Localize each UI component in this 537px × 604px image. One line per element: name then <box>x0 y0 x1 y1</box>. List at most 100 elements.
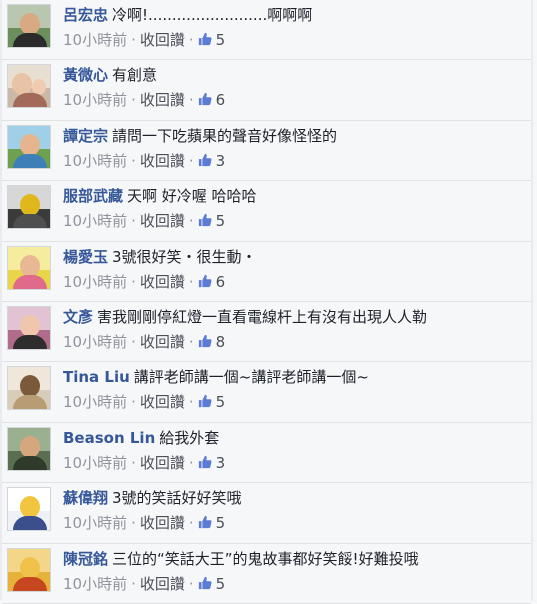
unlike-button[interactable]: 收回讚 <box>140 514 185 532</box>
comment-timestamp[interactable]: 10小時前 <box>63 152 127 170</box>
comment-body: 蘇偉翔 3號的笑話好好笑哦 <box>63 488 525 508</box>
comment-meta: 10小時前 · 收回讚 · 8 <box>63 332 225 352</box>
avatar[interactable] <box>7 4 51 48</box>
like-count[interactable]: 5 <box>198 575 225 593</box>
comment-body: 呂宏忠 冷啊!.........................啊啊啊 <box>63 5 525 25</box>
thumbs-up-icon <box>198 214 212 227</box>
like-count-number: 3 <box>215 453 226 472</box>
thumbs-up-icon <box>198 274 212 287</box>
comment-timestamp[interactable]: 10小時前 <box>63 91 127 109</box>
comment-text: 天啊 好冷喔 哈哈哈 <box>127 187 257 206</box>
unlike-button[interactable]: 收回讚 <box>140 91 185 109</box>
avatar[interactable] <box>7 487 51 532</box>
comment-author-link[interactable]: 文彥 <box>63 308 93 326</box>
comment-item: 蘇偉翔 3號的笑話好好笑哦 10小時前 · 收回讚 · 5 <box>2 483 531 544</box>
avatar[interactable] <box>7 547 51 592</box>
comment-item: Tina Liu 講評老師講一個~講評老師講一個~ 10小時前 · 收回讚 · 5 <box>2 362 531 423</box>
comment-item: 文彥 害我剛剛停紅燈一直看電線杆上有沒有出現人人勒 10小時前 · 收回讚 · 8 <box>2 302 531 363</box>
comment-timestamp[interactable]: 10小時前 <box>63 575 127 593</box>
avatar[interactable] <box>7 124 51 169</box>
avatar[interactable] <box>7 366 51 411</box>
thumbs-up-icon <box>198 516 212 529</box>
separator-dot: · <box>188 332 194 351</box>
separator-dot: · <box>188 31 194 49</box>
separator-dot: · <box>131 91 136 110</box>
unlike-button[interactable]: 收回讚 <box>140 212 185 230</box>
like-count[interactable]: 5 <box>198 212 226 231</box>
separator-dot: · <box>131 31 136 49</box>
unlike-button[interactable]: 收回讚 <box>140 152 185 170</box>
separator-dot: · <box>188 393 194 412</box>
avatar[interactable] <box>7 64 51 109</box>
comment-timestamp[interactable]: 10小時前 <box>63 31 127 49</box>
comment-body: 服部武藏 天啊 好冷喔 哈哈哈 <box>63 186 525 206</box>
comment-timestamp[interactable]: 10小時前 <box>63 514 127 532</box>
comment-body: 譚定宗 請問一下吃蘋果的聲音好像怪怪的 <box>63 126 525 146</box>
avatar[interactable] <box>7 185 51 230</box>
comment-author-link[interactable]: 陳冠銘 <box>63 550 108 568</box>
like-count[interactable]: 5 <box>198 31 226 49</box>
unlike-button[interactable]: 收回讚 <box>140 454 185 472</box>
like-count-number: 6 <box>215 272 226 291</box>
comment-item: 譚定宗 請問一下吃蘋果的聲音好像怪怪的 10小時前 · 收回讚 · 3 <box>2 121 531 182</box>
thumbs-up-icon <box>198 334 212 348</box>
unlike-button[interactable]: 收回讚 <box>140 333 185 351</box>
separator-dot: · <box>131 272 136 291</box>
comment-text: 冷啊!.........................啊啊啊 <box>112 6 313 24</box>
like-count[interactable]: 5 <box>198 393 226 412</box>
like-count[interactable]: 8 <box>198 332 226 351</box>
unlike-button[interactable]: 收回讚 <box>140 393 185 411</box>
comment-body: Beason Lin 給我外套 <box>63 428 525 448</box>
separator-dot: · <box>188 453 194 472</box>
comment-timestamp[interactable]: 10小時前 <box>63 273 127 291</box>
comment-item: 黃微心 有創意 10小時前 · 收回讚 · 6 <box>2 60 531 121</box>
comment-timestamp[interactable]: 10小時前 <box>63 454 127 472</box>
separator-dot: · <box>131 574 136 593</box>
comment-author-link[interactable]: Beason Lin <box>63 429 155 447</box>
separator-dot: · <box>188 212 194 231</box>
like-count-number: 3 <box>215 151 226 170</box>
avatar[interactable] <box>7 245 51 290</box>
like-count-number: 5 <box>215 31 226 49</box>
like-count[interactable]: 3 <box>198 151 226 170</box>
comment-text: 3號很好笑・很生動・ <box>112 247 257 266</box>
comment-author-link[interactable]: Tina Liu <box>63 368 130 386</box>
comment-author-link[interactable]: 服部武藏 <box>63 187 123 205</box>
separator-dot: · <box>131 151 136 170</box>
unlike-button[interactable]: 收回讚 <box>140 273 185 291</box>
comment-meta: 10小時前 · 收回讚 · 5 <box>63 513 225 533</box>
comment-text: 給我外套 <box>159 428 220 447</box>
like-count[interactable]: 6 <box>198 91 225 109</box>
comment-item: 陳冠銘 三位的“笑話大王”的鬼故事都好笑餒!好難投哦 10小時前 · 收回讚 · 5 <box>2 544 531 604</box>
like-count-number: 8 <box>215 332 226 351</box>
comment-timestamp[interactable]: 10小時前 <box>63 333 127 351</box>
comment-meta: 10小時前 · 收回讚 · 5 <box>63 211 225 231</box>
comment-author-link[interactable]: 楊愛玉 <box>63 248 108 266</box>
comment-author-link[interactable]: 呂宏忠 <box>63 6 108 24</box>
comment-body: Tina Liu 講評老師講一個~講評老師講一個~ <box>63 367 525 387</box>
avatar[interactable] <box>7 426 51 471</box>
comment-text: 有創意 <box>112 66 158 85</box>
like-count-number: 5 <box>215 212 226 231</box>
comment-text: 請問一下吃蘋果的聲音好像怪怪的 <box>112 126 338 145</box>
like-count[interactable]: 3 <box>198 453 226 472</box>
separator-dot: · <box>131 212 136 231</box>
comment-author-link[interactable]: 譚定宗 <box>63 127 108 145</box>
comment-author-link[interactable]: 黃微心 <box>63 66 108 84</box>
unlike-button[interactable]: 收回讚 <box>140 575 185 593</box>
avatar[interactable] <box>7 305 51 350</box>
like-count[interactable]: 6 <box>198 272 226 291</box>
separator-dot: · <box>188 574 194 593</box>
comment-author-link[interactable]: 蘇偉翔 <box>63 489 108 507</box>
thumbs-up-icon <box>198 32 212 46</box>
unlike-button[interactable]: 收回讚 <box>140 31 185 49</box>
like-count[interactable]: 5 <box>198 514 226 533</box>
like-count-number: 5 <box>215 393 226 412</box>
comment-meta: 10小時前 · 收回讚 · 3 <box>63 453 225 473</box>
comment-body: 陳冠銘 三位的“笑話大王”的鬼故事都好笑餒!好難投哦 <box>63 549 525 569</box>
comment-timestamp[interactable]: 10小時前 <box>63 212 127 230</box>
comment-text: 害我剛剛停紅燈一直看電線杆上有沒有出現人人勒 <box>97 307 428 326</box>
thumbs-up-icon <box>198 455 212 468</box>
comment-timestamp[interactable]: 10小時前 <box>63 393 127 411</box>
like-count-number: 5 <box>215 514 226 533</box>
